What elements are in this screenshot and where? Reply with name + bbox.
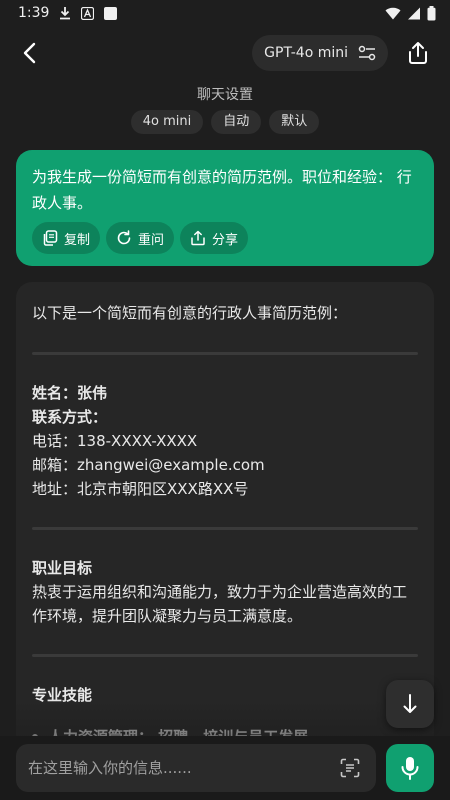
message-actions: 复制 重问 分享 [32, 222, 418, 254]
wifi-icon [385, 7, 401, 20]
share-icon [409, 42, 427, 64]
divider [32, 527, 418, 530]
chip-default[interactable]: 默认 [269, 110, 320, 134]
download-icon [59, 6, 71, 20]
message-input[interactable] [28, 759, 336, 777]
user-message-text: 为我生成一份简短而有创意的简历范例。职位和经验： 行政人事。 [32, 168, 412, 212]
message-input-container [16, 744, 376, 792]
copy-icon [43, 230, 58, 246]
battery-icon [427, 5, 436, 21]
input-bar [0, 736, 450, 800]
chevron-left-icon [23, 42, 36, 64]
notification-square-icon [104, 6, 118, 20]
divider [32, 352, 418, 355]
contact-email: 邮箱：zhangwei@example.com [32, 456, 265, 474]
share-label: 分享 [212, 232, 239, 248]
app-a-icon [81, 6, 95, 20]
copy-button[interactable]: 复制 [32, 222, 101, 254]
chat-settings-label: 聊天设置 [197, 87, 253, 103]
sliders-icon [358, 45, 376, 61]
ai-intro-text: 以下是一个简短而有创意的行政人事简历范例： [32, 304, 348, 322]
retry-button[interactable]: 重问 [106, 222, 175, 254]
copy-label: 复制 [64, 232, 91, 248]
divider [32, 654, 418, 657]
share-icon [191, 230, 205, 246]
scan-text-icon [340, 758, 360, 778]
retry-label: 重问 [138, 232, 165, 248]
back-button[interactable] [14, 38, 44, 68]
status-bar: 1:39 [0, 0, 450, 26]
model-selector[interactable]: GPT-4o mini [252, 35, 388, 71]
user-message-bubble: 为我生成一份简短而有创意的简历范例。职位和经验： 行政人事。 复制 重问 分享 [16, 150, 434, 266]
chip-auto[interactable]: 自动 [211, 110, 262, 134]
contact-address: 地址：北京市朝阳区XXX路XX号 [32, 480, 249, 498]
signal-icon [407, 7, 421, 20]
scroll-to-bottom-button[interactable] [386, 680, 434, 728]
chip-model[interactable]: 4o mini [130, 110, 204, 134]
settings-chips: 4o mini 自动 默认 [0, 110, 450, 134]
model-label: GPT-4o mini [264, 45, 348, 61]
top-bar: GPT-4o mini [0, 26, 450, 80]
share-button[interactable] [400, 35, 436, 71]
voice-input-button[interactable] [386, 744, 434, 792]
arrow-down-icon [403, 694, 417, 713]
share-message-button[interactable]: 分享 [180, 222, 249, 254]
microphone-icon [401, 757, 419, 780]
contact-name: 姓名：张伟 [32, 384, 108, 402]
skills-heading: 专业技能 [32, 686, 93, 704]
refresh-icon [117, 230, 131, 245]
scan-button[interactable] [336, 754, 364, 782]
ai-response-card: 以下是一个简短而有创意的行政人事简历范例： 姓名：张伟 联系方式： 电话：138… [16, 282, 434, 752]
contact-phone: 电话：138-XXXX-XXXX [32, 432, 198, 450]
objective-heading: 职业目标 [32, 559, 93, 577]
objective-text: 热衷于运用组织和沟通能力，致力于为企业营造高效的工作环境，提升团队凝聚力与员工满… [32, 583, 408, 625]
contact-heading: 联系方式： [32, 408, 108, 426]
status-time: 1:39 [18, 5, 50, 21]
